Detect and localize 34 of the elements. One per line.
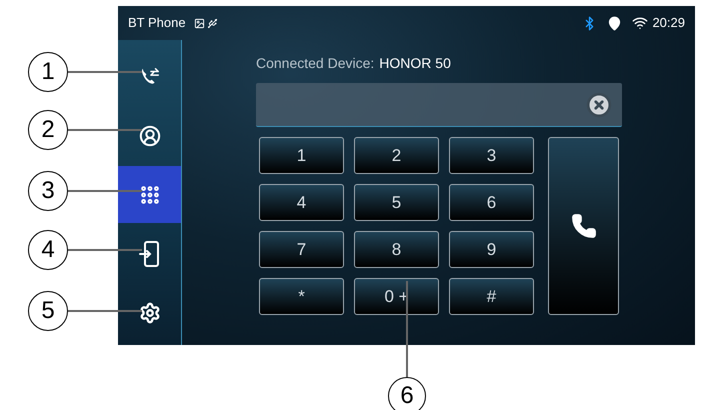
callout-number: 2 [28, 110, 68, 150]
clock-time: 20:29 [652, 14, 685, 32]
device-name: HONOR 50 [379, 54, 451, 72]
keypad-key[interactable]: 1 [259, 137, 344, 174]
keypad-key[interactable]: 5 [354, 184, 439, 221]
keypad-key[interactable]: 3 [449, 137, 534, 174]
image-icon [194, 18, 205, 28]
app-title: BT Phone [128, 14, 186, 32]
location-icon [607, 16, 622, 30]
keypad-key[interactable]: 9 [449, 231, 534, 268]
usb-icon [206, 18, 218, 28]
number-input-field[interactable] [256, 83, 622, 127]
phone-arrow-icon [138, 240, 160, 266]
keypad-key[interactable]: 7 [259, 231, 344, 268]
wifi-icon [632, 15, 648, 31]
dialpad-icon [138, 184, 160, 206]
settings-icon [138, 302, 160, 324]
keypad-key[interactable]: 2 [354, 137, 439, 174]
callout-number: 1 [28, 52, 68, 92]
connected-label: Connected Device: [256, 54, 374, 72]
call-button[interactable] [548, 137, 619, 315]
keypad-key[interactable]: * [259, 278, 344, 315]
callout-number: 5 [28, 291, 68, 331]
keypad-key[interactable]: 4 [259, 184, 344, 221]
keypad-key[interactable]: 8 [354, 231, 439, 268]
contact-icon [138, 124, 160, 146]
sidebar-item[interactable] [118, 166, 181, 223]
phone-icon [570, 213, 596, 239]
callout-number: 6 [388, 377, 426, 410]
clear-icon[interactable] [586, 92, 612, 118]
keypad-key[interactable]: 6 [449, 184, 534, 221]
callout-number: 4 [28, 230, 68, 270]
callout-number: 3 [28, 171, 68, 211]
keypad-key[interactable]: # [449, 278, 534, 315]
